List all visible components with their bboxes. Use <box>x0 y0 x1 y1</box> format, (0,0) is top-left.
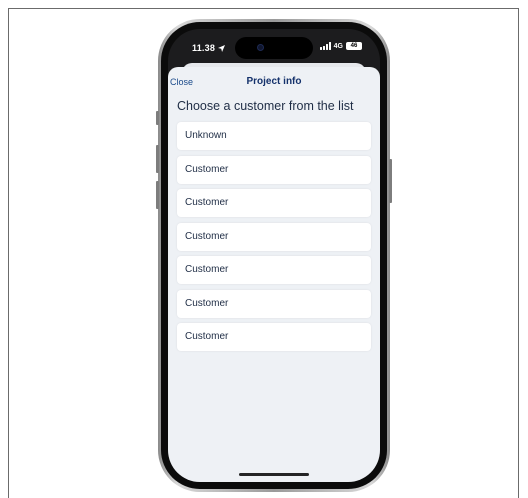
sheet-title: Project info <box>246 76 302 87</box>
power-button <box>389 159 392 203</box>
customer-picker-sheet: Close Project info Choose a customer fro… <box>168 67 380 482</box>
status-indicators: 4G 46 <box>319 42 362 50</box>
volume-up-button <box>156 145 159 173</box>
customer-option[interactable]: Customer <box>177 155 371 184</box>
home-indicator[interactable] <box>239 473 309 476</box>
phone-bezel: 11.38 4G 46 Close Project info Choose a … <box>161 22 387 489</box>
list-heading: Choose a customer from the list <box>177 99 354 113</box>
customer-option[interactable]: Customer <box>177 289 371 318</box>
customer-list: Unknown Customer Customer Customer Custo… <box>177 122 371 351</box>
customer-option[interactable]: Customer <box>177 222 371 251</box>
dynamic-island <box>235 37 313 59</box>
customer-option[interactable]: Customer <box>177 323 371 351</box>
sheet-navigation-bar: Close Project info <box>168 67 380 97</box>
action-button <box>156 111 159 125</box>
cellular-signal-icon <box>319 42 331 50</box>
status-time-group: 11.38 <box>192 43 225 53</box>
phone-device: 11.38 4G 46 Close Project info Choose a … <box>156 19 392 492</box>
battery-icon: 46 <box>346 42 362 50</box>
phone-screen: 11.38 4G 46 Close Project info Choose a … <box>168 29 380 482</box>
customer-option[interactable]: Customer <box>177 189 371 217</box>
customer-option[interactable]: Customer <box>177 256 371 284</box>
location-arrow-icon <box>217 43 225 53</box>
status-time: 11.38 <box>192 43 216 53</box>
volume-down-button <box>156 181 159 209</box>
battery-level: 46 <box>350 43 358 49</box>
network-type: 4G <box>333 42 343 50</box>
front-camera-icon <box>257 44 264 51</box>
customer-option-unknown[interactable]: Unknown <box>177 122 371 150</box>
